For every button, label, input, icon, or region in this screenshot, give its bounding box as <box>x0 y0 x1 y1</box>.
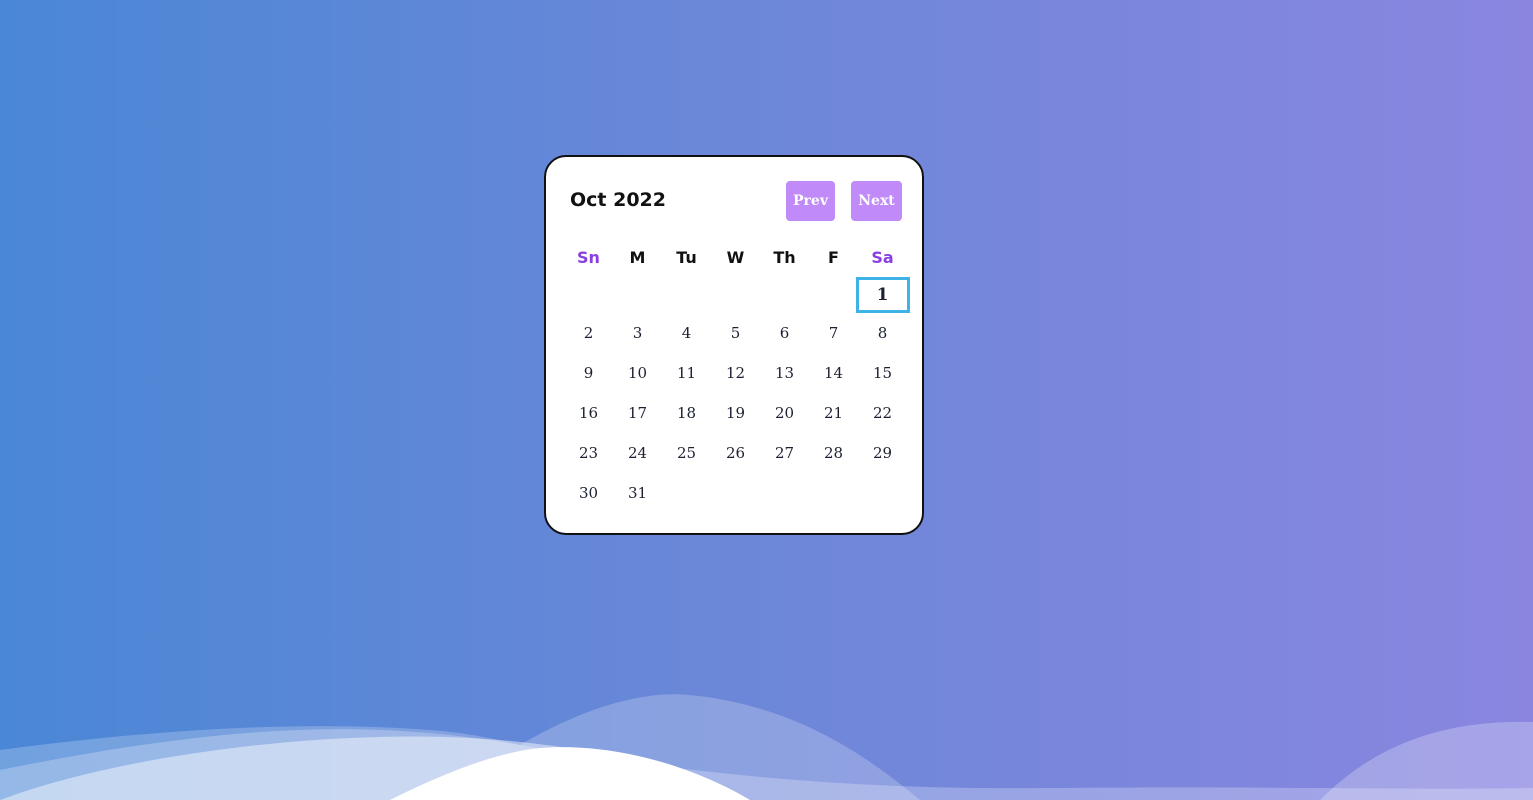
weekday-tuesday: Tu <box>676 248 697 267</box>
background-waves <box>0 694 1533 800</box>
day-cell-31[interactable]: 31 <box>613 473 662 513</box>
weekday-friday: F <box>828 248 839 267</box>
day-cell-empty <box>662 277 711 313</box>
day-cell-18[interactable]: 18 <box>662 393 711 433</box>
day-cell-3[interactable]: 3 <box>613 313 662 353</box>
day-cell-5[interactable]: 5 <box>711 313 760 353</box>
month-title: Oct 2022 <box>570 189 666 211</box>
day-cell-empty <box>809 277 858 313</box>
day-cell-2[interactable]: 2 <box>564 313 613 353</box>
day-cell-15[interactable]: 15 <box>858 353 907 393</box>
calendar-widget: Oct 2022 Prev Next Sn M Tu W Th F Sa 123… <box>544 155 924 535</box>
day-cell-14[interactable]: 14 <box>809 353 858 393</box>
day-cell-10[interactable]: 10 <box>613 353 662 393</box>
day-cell-7[interactable]: 7 <box>809 313 858 353</box>
day-cell-6[interactable]: 6 <box>760 313 809 353</box>
day-cell-13[interactable]: 13 <box>760 353 809 393</box>
day-cell-empty <box>760 277 809 313</box>
day-cell-empty <box>711 277 760 313</box>
weekday-saturday: Sa <box>871 248 894 267</box>
day-cell-empty <box>613 277 662 313</box>
weekday-thursday: Th <box>773 248 796 267</box>
day-cell-23[interactable]: 23 <box>564 433 613 473</box>
day-cell-21[interactable]: 21 <box>809 393 858 433</box>
day-cell-22[interactable]: 22 <box>858 393 907 433</box>
weekday-sunday: Sn <box>577 248 600 267</box>
day-cell-17[interactable]: 17 <box>613 393 662 433</box>
day-cell-27[interactable]: 27 <box>760 433 809 473</box>
day-cell-1[interactable]: 1 <box>855 277 910 313</box>
day-cell-empty <box>564 277 613 313</box>
day-cell-4[interactable]: 4 <box>662 313 711 353</box>
days-grid: 1 2 3 4 5 6 7 8 9 10 11 12 13 14 15 16 17 18 19 20 21 22 23 24 2… <box>564 277 910 513</box>
day-cell-20[interactable]: 20 <box>760 393 809 433</box>
day-cell-28[interactable]: 28 <box>809 433 858 473</box>
weekday-monday: M <box>629 248 646 267</box>
day-cell-19[interactable]: 19 <box>711 393 760 433</box>
day-cell-9[interactable]: 9 <box>564 353 613 393</box>
day-cell-24[interactable]: 24 <box>613 433 662 473</box>
day-cell-30[interactable]: 30 <box>564 473 613 513</box>
day-cell-26[interactable]: 26 <box>711 433 760 473</box>
prev-month-button[interactable]: Prev <box>786 181 835 221</box>
day-cell-12[interactable]: 12 <box>711 353 760 393</box>
day-cell-29[interactable]: 29 <box>858 433 907 473</box>
day-cell-8[interactable]: 8 <box>858 313 907 353</box>
next-month-button[interactable]: Next <box>851 181 902 221</box>
day-cell-16[interactable]: 16 <box>564 393 613 433</box>
day-cell-25[interactable]: 25 <box>662 433 711 473</box>
day-cell-11[interactable]: 11 <box>662 353 711 393</box>
weekday-wednesday: W <box>726 248 745 267</box>
weekday-header-row: Sn M Tu W Th F Sa <box>564 245 907 271</box>
